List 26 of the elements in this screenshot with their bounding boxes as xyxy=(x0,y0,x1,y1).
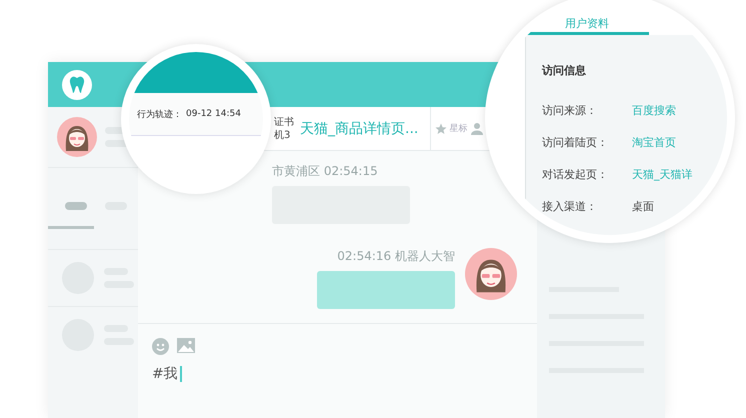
star-button[interactable]: 星标 xyxy=(435,122,468,135)
message-meta: 市黄浦区 02:54:15 xyxy=(272,163,379,180)
image-icon[interactable] xyxy=(177,338,195,353)
field-value: 09-12 14:54 xyxy=(186,109,241,119)
field-label: 访问来源： xyxy=(542,103,598,118)
tooth-icon xyxy=(69,76,85,94)
avatar-icon xyxy=(465,248,517,300)
sidebar-tab[interactable] xyxy=(65,202,87,210)
field-link[interactable]: 百度搜索 xyxy=(632,103,676,118)
field-link[interactable]: 天猫_天猫详 xyxy=(632,167,692,182)
field-label: 行为轨迹： xyxy=(137,108,182,120)
avatar-icon xyxy=(57,117,97,157)
user-icon[interactable] xyxy=(471,122,486,136)
emoji-icon[interactable] xyxy=(152,338,169,355)
field-label: 对话发起页： xyxy=(542,167,609,182)
conversation-snippet: 证书 xyxy=(274,116,295,128)
field-link[interactable]: 淘宝首页 xyxy=(632,135,676,150)
source-page-link[interactable]: 天猫_商品详情页... xyxy=(300,120,418,138)
message-meta: 02:54:16 机器人大智 xyxy=(337,248,455,265)
field-label: 访问着陆页： xyxy=(542,135,609,150)
section-title: 访问信息 xyxy=(542,63,587,78)
message-input[interactable]: #我 xyxy=(152,365,523,383)
field-label: 接入渠道： xyxy=(542,199,598,214)
field-value: 桌面 xyxy=(632,199,654,214)
conversation-snippet: 机3 xyxy=(274,128,292,142)
star-icon xyxy=(435,122,448,134)
